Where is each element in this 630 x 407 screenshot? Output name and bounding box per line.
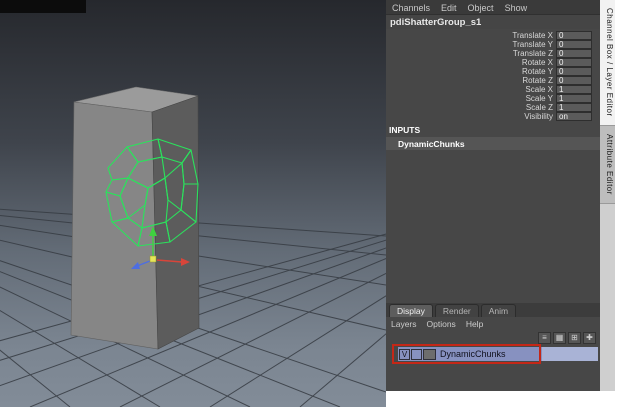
attribute-value-field[interactable]: 1: [556, 103, 592, 112]
node-name[interactable]: pdiShatterGroup_s1: [386, 15, 600, 29]
attribute-value-field[interactable]: 0: [556, 49, 592, 58]
tab-anim[interactable]: Anim: [480, 304, 517, 317]
box-front-face[interactable]: [70, 101, 159, 350]
attribute-label[interactable]: Rotate Z: [522, 76, 553, 85]
layer-list-icon[interactable]: ≡: [538, 331, 551, 344]
attribute-row: Rotate X 0: [386, 58, 600, 67]
layer-editor-icon-row: ≡ ▦ ⊞ ✚: [386, 330, 600, 345]
new-layer-icon[interactable]: ⊞: [568, 331, 581, 344]
attribute-row: Scale Y 1: [386, 94, 600, 103]
menu-edit[interactable]: Edit: [441, 3, 457, 14]
menu-show[interactable]: Show: [505, 3, 528, 14]
menu-help[interactable]: Help: [466, 319, 483, 330]
attribute-row: Visibility on: [386, 112, 600, 121]
attribute-row: Scale X 1: [386, 85, 600, 94]
manipulator-center-handle[interactable]: [149, 255, 157, 263]
layer-visibility-toggle[interactable]: V: [399, 348, 410, 360]
layer-display-type-toggle[interactable]: [411, 348, 422, 360]
menu-channels[interactable]: Channels: [392, 3, 430, 14]
attribute-row: Rotate Z 0: [386, 76, 600, 85]
new-empty-layer-icon[interactable]: ▦: [553, 331, 566, 344]
menu-layers[interactable]: Layers: [391, 319, 417, 330]
attribute-value-field[interactable]: 0: [556, 67, 592, 76]
panel-menubar-fragment: [0, 0, 86, 13]
layer-editor: Display Render Anim Layers Options Help …: [386, 303, 600, 391]
attribute-value-field[interactable]: 0: [556, 58, 592, 67]
attribute-value-field[interactable]: 0: [556, 40, 592, 49]
layer-list: V DynamicChunks: [386, 345, 600, 389]
maya-window: Channels Edit Object Show pdiShatterGrou…: [0, 0, 630, 407]
viewport-canvas[interactable]: [0, 0, 386, 407]
attribute-row: Translate Z 0: [386, 49, 600, 58]
attribute-value-field[interactable]: 0: [556, 76, 592, 85]
attribute-label[interactable]: Visibility: [524, 112, 553, 121]
attribute-value-field[interactable]: on: [556, 112, 592, 121]
menu-object[interactable]: Object: [468, 3, 494, 14]
attribute-value-field[interactable]: 0: [556, 31, 592, 40]
tab-display[interactable]: Display: [389, 304, 433, 317]
attribute-label[interactable]: Translate Y: [513, 40, 553, 49]
layer-color-swatch[interactable]: [423, 348, 436, 360]
attribute-row: Translate Y 0: [386, 40, 600, 49]
box-mesh[interactable]: [70, 86, 200, 350]
tab-render[interactable]: Render: [434, 304, 479, 317]
attribute-label[interactable]: Translate Z: [513, 49, 553, 58]
3d-viewport[interactable]: [0, 0, 386, 407]
attribute-label[interactable]: Scale X: [525, 85, 553, 94]
channel-box-menubar: Channels Edit Object Show: [386, 0, 600, 15]
attribute-row: Rotate Y 0: [386, 67, 600, 76]
box-side-face[interactable]: [151, 95, 200, 350]
layer-editor-tabs: Display Render Anim: [386, 303, 600, 317]
attribute-value-field[interactable]: 1: [556, 94, 592, 103]
attribute-label[interactable]: Rotate Y: [522, 67, 553, 76]
attribute-label[interactable]: Scale Y: [526, 94, 553, 103]
input-node-dynamicchunks[interactable]: DynamicChunks: [386, 137, 600, 150]
attribute-row: Translate X 0: [386, 31, 600, 40]
layer-name[interactable]: DynamicChunks: [436, 349, 542, 359]
attribute-row: Scale Z 1: [386, 103, 600, 112]
attribute-value-field[interactable]: 1: [556, 85, 592, 94]
new-layer-from-selected-icon[interactable]: ✚: [583, 331, 596, 344]
layer-row-tail: [542, 347, 598, 361]
attribute-label[interactable]: Scale Z: [526, 103, 553, 112]
sidebar-tab-strip: Channel Box / Layer Editor Attribute Edi…: [600, 0, 615, 391]
layer-row-dynamicchunks[interactable]: V DynamicChunks: [398, 347, 598, 361]
attribute-label[interactable]: Rotate X: [522, 58, 553, 67]
channel-box-panel: Channels Edit Object Show pdiShatterGrou…: [386, 0, 600, 391]
menu-options[interactable]: Options: [427, 319, 456, 330]
attribute-list: Translate X 0 Translate Y 0 Translate Z …: [386, 29, 600, 121]
layer-editor-menubar: Layers Options Help: [386, 317, 600, 330]
tab-channel-box-layer-editor[interactable]: Channel Box / Layer Editor: [600, 0, 615, 126]
attribute-label[interactable]: Translate X: [512, 31, 553, 40]
tab-attribute-editor[interactable]: Attribute Editor: [600, 125, 615, 204]
inputs-section-header: INPUTS: [389, 125, 421, 135]
